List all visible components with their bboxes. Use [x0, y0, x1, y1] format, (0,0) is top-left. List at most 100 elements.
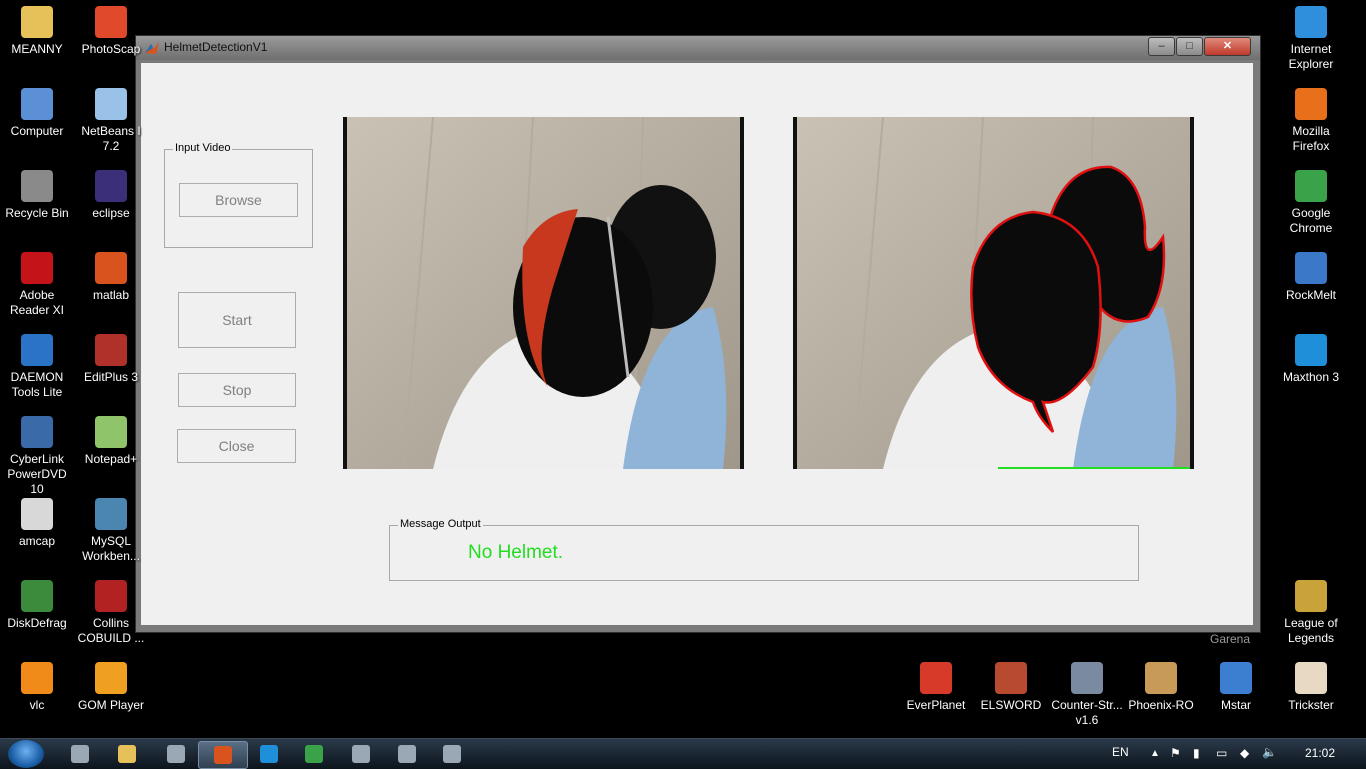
desktop-icon[interactable]: Adobe Reader XI — [0, 252, 74, 318]
desktop-icon-label: Computer — [10, 124, 64, 138]
desktop-icon[interactable]: MEANNY — [0, 6, 74, 57]
close-window-button[interactable]: ✕ — [1204, 37, 1251, 56]
desktop-icon[interactable]: GOM Player — [74, 662, 148, 713]
start-button[interactable]: Start — [178, 292, 296, 348]
everplanet-icon — [920, 662, 952, 694]
desktop-icon[interactable]: amcap — [0, 498, 74, 549]
desktop-icon[interactable]: Trickster — [1274, 662, 1348, 713]
desktop-icon[interactable]: Notepad+ — [74, 416, 148, 467]
flag-icon[interactable]: ⚑ — [1170, 746, 1181, 760]
taskbar-item[interactable] — [56, 741, 104, 767]
desktop-icon[interactable]: matlab — [74, 252, 148, 303]
desktop-icon[interactable]: League of Legends — [1274, 580, 1348, 646]
taskbar-item[interactable] — [103, 741, 151, 767]
desktop-icon-label: RockMelt — [1285, 288, 1336, 302]
input-video-panel: Input Video Browse — [164, 142, 313, 248]
desktop-icon[interactable]: Internet Explorer — [1274, 6, 1348, 72]
desktop-icon[interactable]: vlc — [0, 662, 74, 713]
desktop-icon-label: matlab — [92, 288, 130, 302]
taskbar-item[interactable] — [152, 741, 200, 767]
network-icon[interactable]: ▮ — [1193, 746, 1200, 760]
desktop-icon[interactable]: DiskDefrag — [0, 580, 74, 631]
gom-player-icon — [95, 662, 127, 694]
desktop-icon[interactable]: DAEMON Tools Lite — [0, 334, 74, 400]
app-red-icon — [167, 745, 185, 763]
clock[interactable]: 21:02 — [1305, 746, 1335, 760]
desktop-icon[interactable]: PhotoScap — [74, 6, 148, 57]
desktop-icon[interactable]: RockMelt — [1274, 252, 1348, 303]
eclipse-icon — [95, 170, 127, 202]
desktop-icon[interactable]: Phoenix-RO — [1124, 662, 1198, 713]
monitor-icon[interactable]: ▭ — [1216, 746, 1227, 760]
desktop-icon[interactable]: Mozilla Firefox — [1274, 88, 1348, 154]
desktop-icon-label: Adobe Reader XI — [9, 288, 65, 317]
desktop-icon[interactable]: Computer — [0, 88, 74, 139]
garena-label: Garena — [1210, 632, 1251, 646]
desktop-icon[interactable]: CyberLink PowerDVD 10 — [0, 416, 74, 497]
notepadpp-icon — [95, 416, 127, 448]
desktop-icon[interactable]: ELSWORD — [974, 662, 1048, 713]
vlc-icon — [21, 662, 53, 694]
desktop-icon[interactable]: EverPlanet — [899, 662, 973, 713]
dropbox-icon[interactable]: ◆ — [1240, 746, 1249, 760]
mstar-icon — [1220, 662, 1252, 694]
desktop-icon[interactable]: Collins COBUILD ... — [74, 580, 148, 646]
output-frame-image — [793, 117, 1194, 469]
chrome-icon — [1295, 170, 1327, 202]
client-area: Input Video Browse Start Stop Close Mess… — [141, 63, 1253, 625]
mysql-workbench-icon — [95, 498, 127, 530]
desktop-icon-label: eclipse — [92, 206, 130, 220]
input-video-title: Input Video — [173, 142, 233, 154]
taskbar: EN ▲ ⚑ ▮ ▭ ◆ 🔈 21:02 — [0, 738, 1366, 769]
desktop-icon[interactable]: Recycle Bin — [0, 170, 74, 221]
desktop-icon-label: Mozilla Firefox — [1292, 124, 1330, 153]
desktop-icon-label: MySQL Workben... — [82, 534, 140, 563]
browse-button[interactable]: Browse — [179, 183, 298, 217]
desktop-icon-label: Google Chrome — [1289, 206, 1333, 235]
desktop-icon-label: Notepad+ — [84, 452, 138, 466]
matlab-icon — [214, 746, 232, 764]
taskbar-item[interactable] — [383, 741, 431, 767]
desktop-icon[interactable]: Counter-Str... v1.6 — [1050, 662, 1124, 728]
desktop-icon[interactable]: Maxthon 3 — [1274, 334, 1348, 385]
game-icon — [443, 745, 461, 763]
taskbar-item[interactable] — [290, 741, 338, 767]
message-output-text: No Helmet. — [468, 542, 564, 563]
taskbar-item[interactable] — [337, 741, 385, 767]
paint-icon — [398, 745, 416, 763]
minimize-button[interactable]: – — [1148, 37, 1175, 56]
message-output-title: Message Output — [398, 518, 483, 530]
desktop-icon[interactable]: EditPlus 3 — [74, 334, 148, 385]
editplus-icon — [95, 334, 127, 366]
matlab-icon — [95, 252, 127, 284]
maxthon-icon — [260, 745, 278, 763]
explorer-icon — [71, 745, 89, 763]
desktop-icon[interactable]: NetBeans I 7.2 — [74, 88, 148, 154]
stop-button[interactable]: Stop — [178, 373, 296, 407]
close-button[interactable]: Close — [177, 429, 296, 463]
notepad-icon — [352, 745, 370, 763]
volume-icon[interactable]: 🔈 — [1262, 745, 1277, 759]
taskbar-item[interactable] — [428, 741, 476, 767]
taskbar-item[interactable] — [245, 741, 293, 767]
desktop-icon[interactable]: MySQL Workben... — [74, 498, 148, 564]
phoenix-ro-icon — [1145, 662, 1177, 694]
desktop-icon[interactable]: eclipse — [74, 170, 148, 221]
desktop-icon[interactable]: Mstar — [1199, 662, 1273, 713]
maxthon-icon — [1295, 334, 1327, 366]
amcap-icon — [21, 498, 53, 530]
start-button[interactable] — [8, 740, 44, 768]
maximize-button[interactable]: □ — [1176, 37, 1203, 56]
helmet-detection-window: HelmetDetectionV1 – □ ✕ Input Video Brow… — [135, 35, 1261, 633]
folder-icon — [118, 745, 136, 763]
desktop-icon-label: vlc — [29, 698, 45, 712]
language-indicator[interactable]: EN — [1112, 745, 1129, 759]
desktop-icon-label: DiskDefrag — [7, 616, 67, 630]
title-bar[interactable]: HelmetDetectionV1 – □ ✕ — [136, 36, 1260, 60]
computer-icon — [21, 88, 53, 120]
taskbar-item[interactable] — [198, 741, 248, 769]
show-hidden-icons-icon[interactable]: ▲ — [1150, 748, 1160, 759]
desktop-icon[interactable]: Google Chrome — [1274, 170, 1348, 236]
rockmelt-icon — [1295, 252, 1327, 284]
desktop-icon-label: CyberLink PowerDVD 10 — [7, 452, 67, 496]
